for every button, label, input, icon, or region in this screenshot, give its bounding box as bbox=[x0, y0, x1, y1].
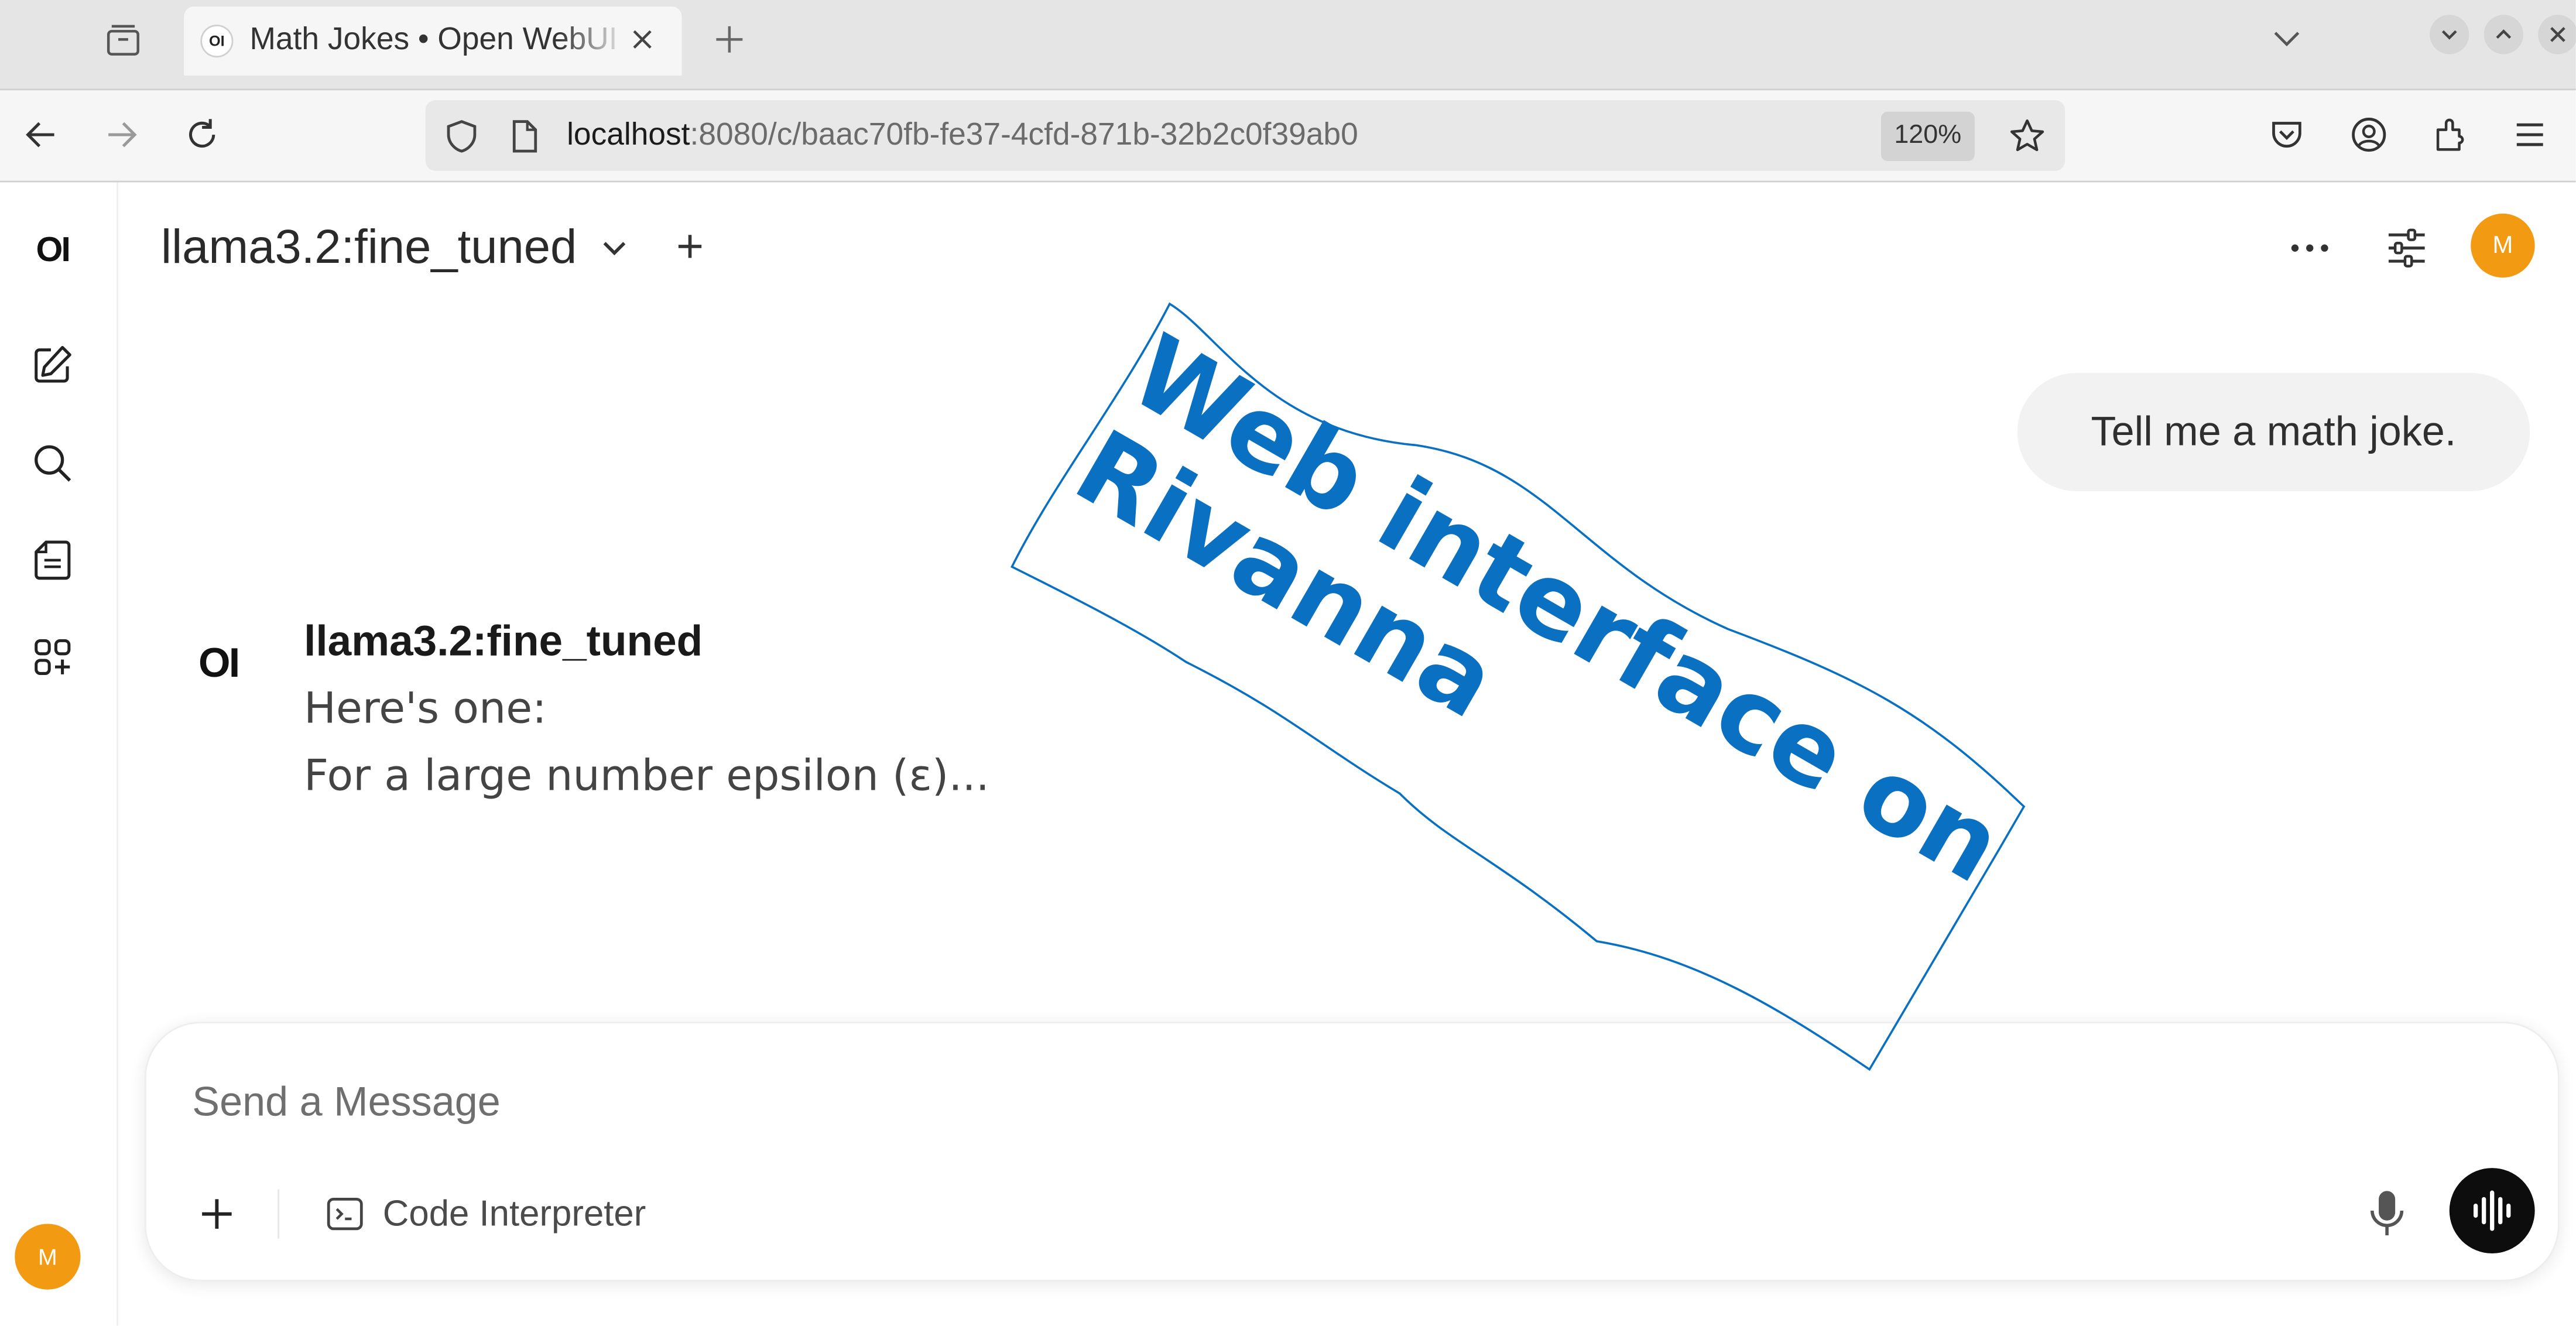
tab-title: Math Jokes • Open WebUI bbox=[249, 23, 618, 58]
back-arrow-icon[interactable] bbox=[15, 108, 67, 161]
tab-favicon: OI bbox=[200, 25, 234, 58]
app-logo[interactable]: OI bbox=[23, 228, 82, 275]
zoom-level-badge[interactable]: 120% bbox=[1880, 111, 1975, 161]
window-close-button[interactable] bbox=[2538, 15, 2576, 54]
assistant-name: llama3.2:fine_tuned bbox=[304, 616, 703, 666]
screen: OI Math Jokes • Open WebUI localhost:808… bbox=[0, 0, 2576, 1326]
more-icon[interactable] bbox=[2283, 225, 2336, 271]
address-bar[interactable]: localhost:8080/c/baac70fb-fe37-4cfd-871b… bbox=[425, 100, 2065, 171]
sliders-icon[interactable] bbox=[2379, 222, 2434, 275]
star-icon[interactable] bbox=[2006, 115, 2049, 157]
message-input[interactable] bbox=[192, 1073, 2164, 1132]
search-icon[interactable] bbox=[26, 437, 79, 489]
page-icon[interactable] bbox=[504, 117, 543, 156]
apps-icon[interactable] bbox=[26, 631, 79, 684]
chevron-down-icon bbox=[2274, 32, 2300, 47]
tab-strip: OI Math Jokes • Open WebUI bbox=[0, 0, 2576, 91]
url-text[interactable]: localhost:8080/c/baac70fb-fe37-4cfd-871b… bbox=[567, 117, 1358, 156]
code-interpreter-label: Code Interpreter bbox=[382, 1193, 646, 1234]
sidebar: OI M bbox=[0, 182, 119, 1326]
maximize-button[interactable] bbox=[2483, 15, 2524, 54]
user-avatar[interactable]: M bbox=[2471, 213, 2535, 278]
chevron-down-icon bbox=[597, 230, 633, 266]
plus-icon bbox=[678, 235, 702, 258]
account-icon[interactable] bbox=[2342, 108, 2395, 161]
terminal-icon bbox=[324, 1193, 366, 1235]
open-webui-app: OI M llama3.2:fine_tuned M Tell me a mat… bbox=[0, 182, 2576, 1326]
assistant-message-line: Here's one: bbox=[304, 685, 547, 735]
plus-icon bbox=[202, 1199, 232, 1229]
url-host: localhost bbox=[567, 118, 690, 153]
tab-list-button[interactable] bbox=[2264, 20, 2310, 59]
code-interpreter-button[interactable]: Code Interpreter bbox=[324, 1188, 646, 1241]
minimize-button[interactable] bbox=[2430, 15, 2469, 54]
assistant-avatar: OI bbox=[198, 639, 240, 686]
user-message: Tell me a math joke. bbox=[2017, 372, 2530, 491]
close-icon[interactable] bbox=[626, 23, 659, 56]
user-message-text: Tell me a math joke. bbox=[2091, 408, 2457, 454]
tab-active[interactable]: OI Math Jokes • Open WebUI bbox=[184, 6, 682, 76]
plus-icon bbox=[716, 26, 743, 53]
divider bbox=[278, 1189, 280, 1239]
forward-arrow-icon[interactable] bbox=[95, 108, 148, 161]
extensions-icon[interactable] bbox=[2425, 108, 2478, 161]
new-tab-button[interactable] bbox=[707, 20, 753, 59]
pocket-icon[interactable] bbox=[2260, 108, 2313, 161]
menu-icon[interactable] bbox=[2503, 108, 2556, 161]
voice-wave-icon[interactable] bbox=[2449, 1168, 2535, 1253]
assistant-message-line: For a large number epsilon (ε)... bbox=[304, 752, 989, 802]
attach-button[interactable] bbox=[189, 1186, 245, 1242]
navigation-bar: localhost:8080/c/baac70fb-fe37-4cfd-871b… bbox=[0, 90, 2576, 183]
url-path: :8080/c/baac70fb-fe37-4cfd-871b-32b2c0f3… bbox=[690, 118, 1358, 153]
model-selector[interactable]: llama3.2:fine_tuned bbox=[161, 215, 633, 281]
message-composer: Code Interpreter bbox=[144, 1022, 2560, 1282]
add-model-button[interactable] bbox=[670, 227, 710, 266]
reload-icon[interactable] bbox=[176, 108, 228, 161]
mic-icon[interactable] bbox=[2361, 1184, 2413, 1243]
shield-icon[interactable] bbox=[442, 117, 481, 156]
model-name: llama3.2:fine_tuned bbox=[160, 221, 577, 274]
avatar[interactable]: M bbox=[15, 1224, 81, 1290]
edit-icon[interactable] bbox=[26, 338, 79, 391]
notes-icon[interactable] bbox=[26, 534, 79, 587]
tab-overview-icon[interactable] bbox=[98, 16, 148, 63]
